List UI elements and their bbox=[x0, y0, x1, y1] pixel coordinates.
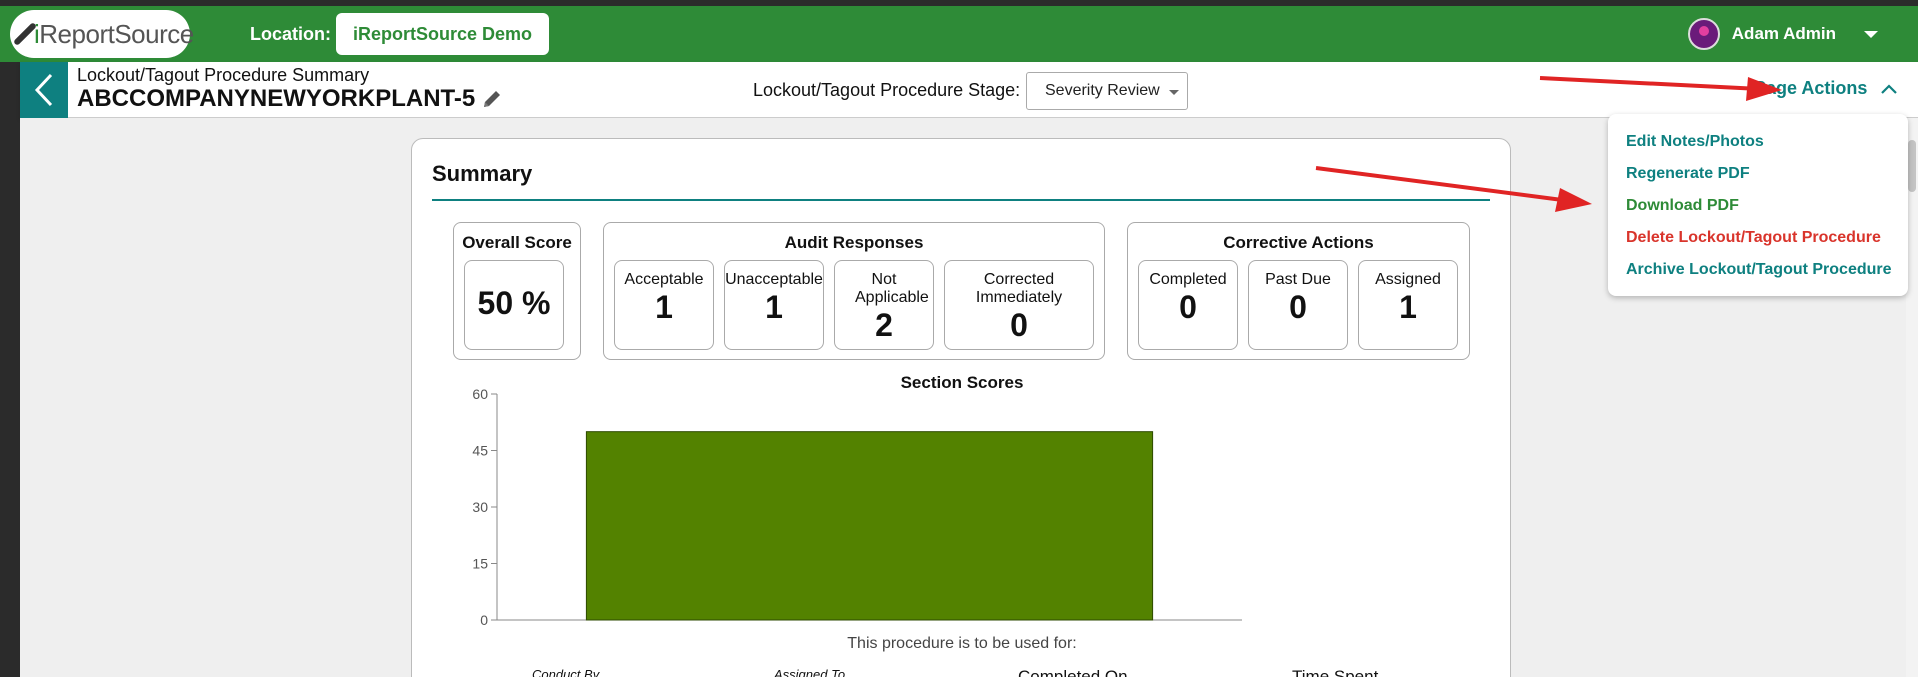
chevron-left-icon bbox=[34, 73, 53, 107]
audit-tile-unacceptable: Unacceptable 1 bbox=[724, 260, 824, 350]
summary-card: Summary Overall Score 50 % Audit Respons… bbox=[411, 138, 1511, 677]
y-tick-label: 60 bbox=[472, 389, 488, 402]
tile-value: 0 bbox=[1010, 307, 1028, 343]
menu-item-edit-notes[interactable]: Edit Notes/Photos bbox=[1626, 133, 1764, 151]
menu-item-regenerate-pdf[interactable]: Regenerate PDF bbox=[1626, 165, 1750, 183]
footer-conducted-by: Conduct By bbox=[532, 667, 600, 677]
page-title-row: ABCCOMPANYNEWYORKPLANT-5 bbox=[77, 85, 503, 113]
tile-value: 2 bbox=[875, 307, 893, 343]
page-actions-menu: Edit Notes/Photos Regenerate PDF Downloa… bbox=[1608, 114, 1908, 296]
chevron-down-icon bbox=[1864, 30, 1878, 38]
audit-tile-not-applicable: Not Applicable 2 bbox=[834, 260, 934, 350]
audit-tile-acceptable: Acceptable 1 bbox=[614, 260, 714, 350]
page-actions-button[interactable]: Page Actions bbox=[1754, 78, 1898, 99]
tile-value: 1 bbox=[1399, 289, 1417, 325]
overall-score-group: Overall Score 50 % bbox=[453, 222, 581, 360]
tile-value: 1 bbox=[655, 289, 673, 325]
tile-label: Corrected Immediately bbox=[975, 271, 1063, 306]
menu-item-archive-procedure[interactable]: Archive Lockout/Tagout Procedure bbox=[1626, 261, 1892, 279]
bar bbox=[585, 431, 1154, 621]
y-tick-label: 15 bbox=[472, 556, 488, 572]
procedure-note: This procedure is to be used for: bbox=[847, 635, 1077, 652]
stage-select[interactable]: Severity Review bbox=[1026, 72, 1188, 110]
footer-assigned-to: Assigned To bbox=[774, 667, 846, 677]
corrective-tile-completed: Completed 0 bbox=[1138, 260, 1238, 350]
audit-tile-corrected-immediately: Corrected Immediately 0 bbox=[944, 260, 1094, 350]
overall-score-tile: 50 % bbox=[464, 260, 564, 350]
avatar bbox=[1687, 18, 1720, 50]
summary-title: Summary bbox=[432, 161, 533, 186]
y-tick-label: 30 bbox=[472, 499, 488, 515]
menu-item-delete-procedure[interactable]: Delete Lockout/Tagout Procedure bbox=[1626, 229, 1881, 247]
tile-label: Assigned bbox=[1375, 271, 1441, 288]
page-subheader: Lockout/Tagout Procedure Summary ABCCOMP… bbox=[20, 62, 1918, 118]
corrective-tile-assigned: Assigned 1 bbox=[1358, 260, 1458, 350]
user-menu[interactable]: Adam Admin bbox=[1687, 16, 1878, 52]
y-tick-label: 45 bbox=[472, 443, 488, 459]
chevron-up-icon bbox=[1881, 83, 1898, 94]
corrective-tile-past-due: Past Due 0 bbox=[1248, 260, 1348, 350]
tile-value: 0 bbox=[1289, 289, 1307, 325]
tile-value: 0 bbox=[1179, 289, 1197, 325]
dropdown-caret-icon bbox=[1169, 90, 1179, 95]
section-scores-chart: 0 15 30 45 60 bbox=[472, 389, 1242, 628]
page-title: ABCCOMPANYNEWYORKPLANT-5 bbox=[77, 85, 476, 112]
footer-time-spent: Time Spent bbox=[1292, 667, 1379, 677]
corrective-actions-group: Corrective Actions Completed 0 Past Due … bbox=[1127, 222, 1470, 360]
scrollbar-thumb[interactable] bbox=[1908, 140, 1916, 192]
y-tick-label: 0 bbox=[480, 612, 488, 628]
overall-score-value: 50 % bbox=[477, 285, 551, 321]
location-label: Location: bbox=[250, 24, 331, 44]
footer-completed-on: Completed On bbox=[1018, 667, 1128, 677]
user-name: Adam Admin bbox=[1731, 24, 1836, 43]
corrective-actions-title: Corrective Actions bbox=[1223, 233, 1374, 252]
divider bbox=[432, 199, 1490, 201]
audit-responses-title: Audit Responses bbox=[784, 233, 924, 252]
location-selector[interactable]: iReportSource Demo bbox=[336, 13, 549, 55]
logo-text: iReportSource bbox=[34, 18, 194, 49]
page-subtitle: Lockout/Tagout Procedure Summary bbox=[77, 65, 370, 85]
tile-value: 1 bbox=[765, 289, 783, 325]
app-header: iReportSource Location: iReportSource De… bbox=[0, 6, 1918, 62]
overall-score-title: Overall Score bbox=[462, 233, 572, 252]
edit-pencil-icon[interactable] bbox=[481, 88, 503, 110]
tile-label: Unacceptable bbox=[725, 271, 823, 288]
tile-label: Not Applicable bbox=[855, 271, 929, 306]
tile-label: Acceptable bbox=[624, 271, 704, 288]
stage-label: Lockout/Tagout Procedure Stage: bbox=[753, 80, 1021, 100]
tile-label: Completed bbox=[1149, 271, 1227, 288]
app-logo[interactable]: iReportSource bbox=[10, 10, 194, 58]
audit-responses-group: Audit Responses Acceptable 1 Unacceptabl… bbox=[603, 222, 1105, 360]
stage-select-value: Severity Review bbox=[1045, 82, 1160, 99]
menu-item-download-pdf[interactable]: Download PDF bbox=[1626, 197, 1739, 215]
back-button[interactable] bbox=[20, 62, 68, 118]
tile-label: Past Due bbox=[1265, 271, 1331, 288]
page-actions-label: Page Actions bbox=[1754, 78, 1868, 98]
